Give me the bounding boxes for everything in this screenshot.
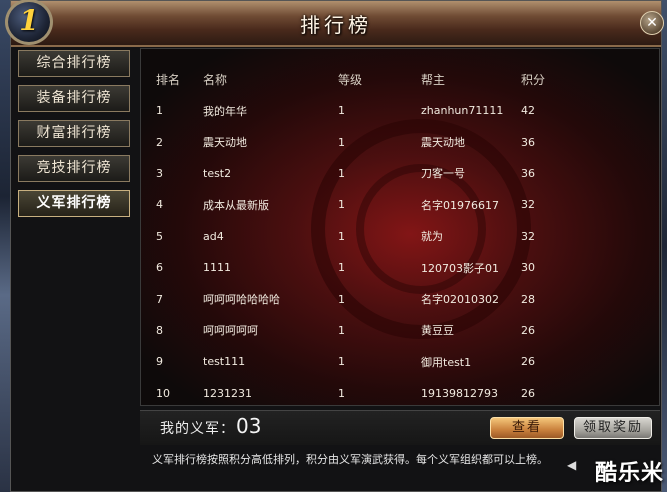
ranking-description: 义军排行榜按照积分高低排列，积分由义军演武获得。每个义军组织都可以上榜。 <box>152 453 548 466</box>
header-rank: 排名 <box>156 72 181 87</box>
cell-rank: 8 <box>156 323 163 337</box>
cell-level: 1 <box>338 166 345 180</box>
cell-name: 震天动地 <box>203 136 247 150</box>
cell-level: 1 <box>338 198 345 212</box>
cell-rank: 3 <box>156 166 163 180</box>
table-row[interactable]: 10 1231231 1 19139812793 26 <box>151 378 592 405</box>
cell-name: 呵呵呵呵呵 <box>203 324 258 338</box>
cell-rank: 5 <box>156 229 163 243</box>
cell-score: 36 <box>521 135 535 149</box>
cell-rank: 10 <box>156 386 170 400</box>
close-button[interactable]: ✕ <box>640 11 664 35</box>
title-bar: 排行榜 <box>11 1 661 47</box>
header-score: 积分 <box>521 72 546 87</box>
cell-name: test2 <box>203 166 232 180</box>
table-row[interactable]: 1 我的年华 1 zhanhun71111 42 <box>151 95 592 126</box>
cell-level: 1 <box>338 355 345 369</box>
cell-score: 42 <box>521 104 535 118</box>
cell-leader: 震天动地 <box>421 136 465 150</box>
cell-score: 32 <box>521 229 535 243</box>
my-militia-bar: 我的义军： 03 查看 领取奖励 <box>140 410 660 445</box>
cell-name: 1231231 <box>203 386 252 400</box>
cell-score: 28 <box>521 292 535 306</box>
table-row[interactable]: 8 呵呵呵呵呵 1 黄豆豆 26 <box>151 315 592 346</box>
cell-level: 1 <box>338 229 345 243</box>
cell-level: 1 <box>338 135 345 149</box>
cell-rank: 7 <box>156 292 163 306</box>
tab-militia-ranking[interactable]: 义军排行榜 <box>18 190 130 217</box>
cell-leader: 120703影子01 <box>421 261 499 275</box>
cell-rank: 2 <box>156 135 163 149</box>
my-militia-label: 我的义军： <box>160 421 235 437</box>
cell-leader: 就为 <box>421 230 443 244</box>
watermark-text: 酷乐米 <box>595 461 665 486</box>
cell-level: 1 <box>338 323 345 337</box>
ranking-panel: 排名 名称 等级 帮主 积分 1 我的年华 1 zhanhun71111 4 2 … <box>140 48 660 406</box>
player-level-badge: 1 <box>5 0 53 45</box>
tab-arena-ranking[interactable]: 竞技排行榜 <box>18 155 130 182</box>
cell-score: 26 <box>521 386 535 400</box>
ranking-category-tabs: 综合排行榜 装备排行榜 财富排行榜 竞技排行榜 义军排行榜 <box>14 50 136 225</box>
prev-page-icon[interactable]: ◀ <box>567 458 579 472</box>
cell-leader: 黄豆豆 <box>421 324 454 338</box>
cell-name: 成本从最新版 <box>203 198 269 212</box>
table-row[interactable]: 6 1111 1 120703影子01 30 <box>151 252 592 283</box>
cell-name: test111 <box>203 355 246 369</box>
window-title: 排行榜 <box>300 13 372 37</box>
cell-level: 1 <box>338 261 345 275</box>
table-row[interactable]: 9 test111 1 御用test1 26 <box>151 346 592 377</box>
cell-level: 1 <box>338 292 345 306</box>
ranking-table: 排名 名称 等级 帮主 积分 1 我的年华 1 zhanhun71111 4 2 … <box>151 63 592 405</box>
table-header-row: 排名 名称 等级 帮主 积分 <box>151 63 592 95</box>
tab-wealth-ranking[interactable]: 财富排行榜 <box>18 120 130 147</box>
my-militia-rank-value: 03 <box>236 414 262 438</box>
cell-rank: 6 <box>156 261 163 275</box>
cell-name: 1111 <box>203 261 231 275</box>
cell-leader: 名字01976617 <box>421 198 499 212</box>
cell-score: 36 <box>521 166 535 180</box>
table-row[interactable]: 5 ad4 1 就为 32 <box>151 221 592 252</box>
table-row[interactable]: 7 呵呵呵哈哈哈哈 1 名字02010302 28 <box>151 283 592 314</box>
tab-overall-ranking[interactable]: 综合排行榜 <box>18 50 130 77</box>
view-button[interactable]: 查看 <box>490 417 564 439</box>
header-leader: 帮主 <box>421 72 446 87</box>
table-row[interactable]: 2 震天动地 1 震天动地 36 <box>151 126 592 157</box>
cell-score: 26 <box>521 355 535 369</box>
cell-score: 26 <box>521 323 535 337</box>
cell-leader: 19139812793 <box>421 386 498 400</box>
cell-rank: 9 <box>156 355 163 369</box>
cell-name: ad4 <box>203 229 224 243</box>
cell-leader: 刀客一号 <box>421 167 465 181</box>
cell-level: 1 <box>338 386 345 400</box>
cell-rank: 1 <box>156 104 163 118</box>
header-level: 等级 <box>338 72 363 87</box>
claim-reward-button[interactable]: 领取奖励 <box>574 417 652 439</box>
cell-leader: 御用test1 <box>421 355 472 369</box>
cell-score: 30 <box>521 261 535 275</box>
cell-score: 32 <box>521 198 535 212</box>
cell-leader: 名字02010302 <box>421 293 499 307</box>
cell-name: 我的年华 <box>203 104 247 118</box>
table-row[interactable]: 4 成本从最新版 1 名字01976617 32 <box>151 189 592 220</box>
table-row[interactable]: 3 test2 1 刀客一号 36 <box>151 158 592 189</box>
cell-name: 呵呵呵哈哈哈哈 <box>203 293 280 307</box>
cell-rank: 4 <box>156 198 163 212</box>
header-name: 名称 <box>203 72 228 87</box>
cell-leader: zhanhun71111 <box>421 104 504 118</box>
cell-level: 1 <box>338 104 345 118</box>
tab-equipment-ranking[interactable]: 装备排行榜 <box>18 85 130 112</box>
